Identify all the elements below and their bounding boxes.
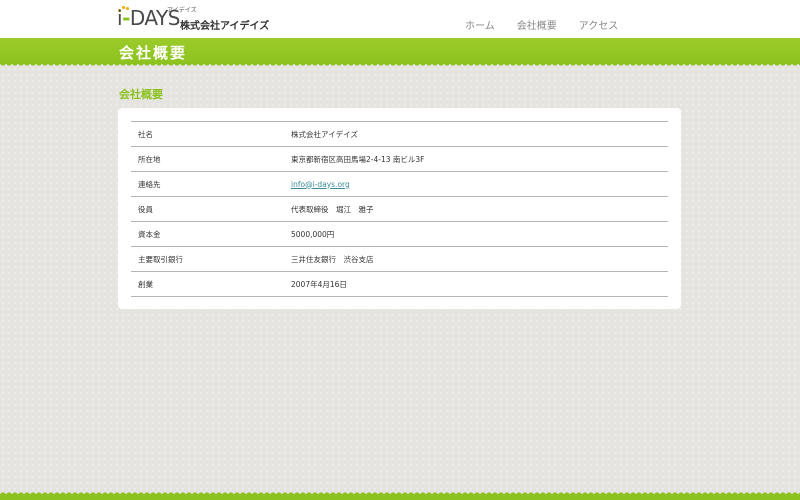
table-row: 所在地 東京都新宿区高田馬場2-4-13 南ビル3F — [131, 146, 668, 172]
nav-home[interactable]: ホーム — [465, 17, 495, 32]
contact-email-link[interactable]: info@i-days.org — [291, 180, 350, 189]
table-row: 社名 株式会社アイデイズ — [131, 121, 668, 147]
row-label: 創業 — [131, 271, 284, 297]
row-label: 役員 — [131, 196, 284, 222]
row-value: 三井住友銀行 渋谷支店 — [284, 246, 668, 272]
nav-access[interactable]: アクセス — [579, 17, 619, 32]
row-value: 株式会社アイデイズ — [284, 121, 668, 147]
table-row: 連絡先 info@i-days.org — [131, 171, 668, 197]
main-nav: ホーム 会社概要 アクセス — [465, 17, 618, 32]
site-header: i-DAYS アイデイズ 株式会社アイデイズ ホーム 会社概要 アクセス — [0, 0, 800, 38]
footer-bar — [0, 491, 800, 500]
nav-company[interactable]: 会社概要 — [517, 17, 557, 32]
table-row: 役員 代表取締役 堀江 雅子 — [131, 196, 668, 222]
page-banner: 会社概要 — [0, 38, 800, 67]
row-value: 東京都新宿区高田馬場2-4-13 南ビル3F — [284, 146, 668, 172]
company-info-card: 社名 株式会社アイデイズ 所在地 東京都新宿区高田馬場2-4-13 南ビル3F … — [118, 108, 681, 309]
section-heading: 会社概要 — [119, 88, 163, 101]
row-value: 代表取締役 堀江 雅子 — [284, 196, 668, 222]
row-label: 主要取引銀行 — [131, 246, 284, 272]
company-info-table: 社名 株式会社アイデイズ 所在地 東京都新宿区高田馬場2-4-13 南ビル3F … — [131, 121, 668, 297]
row-value: info@i-days.org — [284, 171, 668, 197]
row-value: 5000,000円 — [284, 221, 668, 247]
table-row: 創業 2007年4月16日 — [131, 271, 668, 297]
table-row: 主要取引銀行 三井住友銀行 渋谷支店 — [131, 246, 668, 272]
row-label: 所在地 — [131, 146, 284, 172]
row-label: 資本金 — [131, 221, 284, 247]
page-title: 会社概要 — [119, 44, 188, 62]
row-value: 2007年4月16日 — [284, 271, 668, 297]
table-row: 資本金 5000,000円 — [131, 221, 668, 247]
row-label: 連絡先 — [131, 171, 284, 197]
logo-company-name: 株式会社アイデイズ — [180, 21, 270, 32]
row-label: 社名 — [131, 121, 284, 147]
site-logo[interactable]: i-DAYS アイデイズ 株式会社アイデイズ — [117, 6, 270, 32]
logo-ruby: アイデイズ — [167, 7, 197, 14]
